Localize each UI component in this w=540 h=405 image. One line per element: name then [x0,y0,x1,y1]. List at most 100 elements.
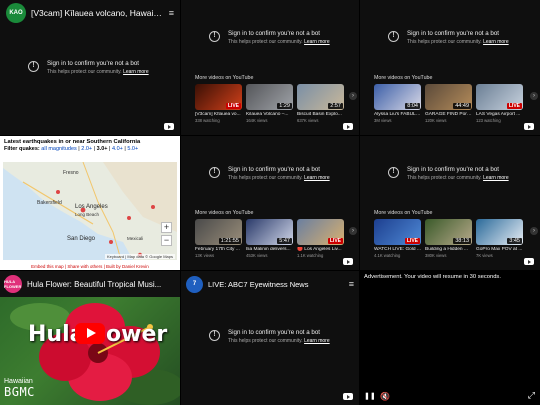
video-pane-5[interactable]: ! Sign in to confirm you're not a bot Th… [181,136,359,270]
quake-marker[interactable] [56,190,60,194]
thumbnail-row: LIVE [V3cam] Kīlauea vo... 338 watching 1:2… [195,84,357,123]
earthquake-map[interactable]: Fresno Bakersfield Los Angeles Long Beac… [3,162,177,260]
youtube-logo-icon[interactable] [524,123,534,130]
duration-badge: 3:45 [507,238,522,244]
quake-marker[interactable] [109,240,113,244]
thumbnail-title[interactable]: Alyssa Liu's FABULO... [374,112,421,117]
youtube-logo-icon[interactable] [524,258,534,265]
learn-more-link[interactable]: Learn more [304,39,330,45]
thumbnail-title[interactable]: 🔴 Los Angeles Liv... [297,247,344,252]
thumbnail-image[interactable]: LIVE [476,84,523,110]
thumbnail-row: 8:04 Alyssa Liu's FABULO... 3M views 44:49 G… [374,84,538,123]
thumbnail-image[interactable]: 8:04 [374,84,421,110]
channel-avatar[interactable]: HULA FLOWER [4,275,22,293]
thumbnail-title[interactable]: GoPro Max POV at ... [476,247,523,252]
video-pane-advertisement[interactable]: Advertisement. Your video will resume in… [360,271,540,405]
channel-brand: Hawaiian BGMC [4,378,35,399]
thumbnail-stat: 164K views [246,118,268,123]
thumbnail-image[interactable]: 3:45 [476,219,523,245]
video-thumbnail-card[interactable]: LIVE WATCH LIVE: Gold ... 4.1K watching [374,219,421,258]
thumbnail-image[interactable]: LIVE [297,219,344,245]
thumbnail-image[interactable]: LIVE [195,84,242,110]
video-thumbnail-card[interactable]: 2:57 Biscuit Basin Explo... 637K views [297,84,344,123]
mute-icon[interactable]: 🔇 [380,392,390,401]
fullscreen-icon[interactable]: ⤢ [528,390,535,401]
youtube-logo-icon[interactable] [343,123,353,130]
learn-more-link[interactable]: Learn more [304,338,330,344]
thumbnail-title[interactable]: February 17th City ... [195,247,242,252]
video-thumbnail-card[interactable]: 1:29 Kilauea Volcano –... 164K views [246,84,293,123]
next-arrow-icon[interactable]: › [349,92,357,100]
video-pane-kilauea[interactable]: KAO [V3cam] Kīlauea volcano, Hawaii (so.… [0,0,180,135]
video-title[interactable]: [V3cam] Kīlauea volcano, Hawaii (so... [31,8,164,18]
video-thumbnail-card[interactable]: LIVE [V3cam] Kīlauea vo... 338 watching [195,84,242,123]
youtube-logo-icon[interactable] [343,393,353,400]
thumbnail-image[interactable]: LIVE [374,219,421,245]
next-arrow-icon[interactable]: › [530,227,538,235]
zoom-out-button[interactable]: − [161,235,172,246]
thumbnail-title[interactable]: LAS Vegas Airport ... [476,112,523,117]
video-thumbnail[interactable]: Hula ower Hawaiian BGMC [0,297,180,405]
filter-5[interactable]: 5.0+ [127,146,138,152]
live-badge: LIVE [225,103,241,109]
bot-check-message: ! Sign in to confirm you're not a bot Th… [209,30,330,45]
video-thumbnail-card[interactable]: LIVE 🔴 Los Angeles Liv... 1.1K watching [297,219,344,258]
duration-badge: 1:21:55 [218,238,241,244]
more-videos-section: More videos on YouTube 8:04 Alyssa Liu's … [374,75,538,123]
thumbnail-title[interactable]: WATCH LIVE: Gold ... [374,247,421,252]
filter-2[interactable]: 2.0+ [81,146,92,152]
channel-avatar[interactable]: KAO [6,3,26,23]
thumbnail-title[interactable]: Kilauea Volcano –... [246,112,293,117]
thumbnail-title[interactable]: Ilia Malinin delivers... [246,247,293,252]
video-thumbnail-card[interactable]: 1:21:55 February 17th City ... 13K views [195,219,242,258]
video-pane-abc7[interactable]: 7 LIVE: ABC7 Eyewitness News ≡ ! Sign in… [181,271,359,405]
video-thumbnail-card[interactable]: 5:47 Ilia Malinin delivers... 453K views [246,219,293,258]
learn-more-link[interactable]: Learn more [483,175,509,181]
video-thumbnail-card[interactable]: 44:49 GARAGE FIND Porsc... 120K views [425,84,472,123]
quake-marker[interactable] [151,205,155,209]
video-pane-2[interactable]: ! Sign in to confirm you're not a bot Th… [181,0,359,135]
next-arrow-icon[interactable]: › [349,227,357,235]
learn-more-link[interactable]: Learn more [123,69,149,75]
video-pane-hula-flower[interactable]: HULA FLOWER Hula Flower: Beautiful Tropi… [0,271,180,405]
playlist-menu-icon[interactable]: ≡ [349,279,354,289]
youtube-logo-icon[interactable] [164,123,174,130]
play-button[interactable] [75,323,105,344]
video-title[interactable]: LIVE: ABC7 Eyewitness News [208,280,344,289]
learn-more-link[interactable]: Learn more [304,175,330,181]
duration-badge: 5:47 [277,238,292,244]
thumbnail-title[interactable]: GARAGE FIND Porsc... [425,112,472,117]
filter-4[interactable]: 4.0+ [112,146,123,152]
thumbnail-image[interactable]: 2:57 [297,84,344,110]
thumbnail-image[interactable]: 1:29 [246,84,293,110]
next-arrow-icon[interactable]: › [530,92,538,100]
more-videos-header: More videos on YouTube [374,75,433,81]
channel-avatar[interactable]: 7 [186,275,203,293]
alert-icon: ! [209,31,220,42]
filter-all[interactable]: all magnitudes [41,146,76,152]
learn-more-link[interactable]: Learn more [483,39,509,45]
thumbnail-image[interactable]: 5:47 [246,219,293,245]
brand-line-2: BGMC [4,385,35,399]
video-thumbnail-card[interactable]: 8:04 Alyssa Liu's FABULO... 3M views [374,84,421,123]
video-pane-6[interactable]: ! Sign in to confirm you're not a bot Th… [360,136,540,270]
thumbnail-image[interactable]: 1:21:55 [195,219,242,245]
playlist-menu-icon[interactable]: ≡ [169,8,174,18]
video-pane-3[interactable]: ! Sign in to confirm you're not a bot Th… [360,0,540,135]
thumbnail-title[interactable]: [V3cam] Kīlauea vo... [195,112,242,117]
thumbnail-image[interactable]: 44:49 [425,84,472,110]
video-thumbnail-card[interactable]: LIVE LAS Vegas Airport ... 123 watching [476,84,523,123]
video-thumbnail-card[interactable]: 38:13 Building a Hidden ... 380K views [425,219,472,258]
more-videos-section: More videos on YouTube LIVE [V3cam] Kīlau… [195,75,357,123]
video-thumbnail-card[interactable]: 3:45 GoPro Max POV at ... 7K views [476,219,523,258]
pause-icon[interactable]: ❚❚ [364,392,376,400]
filter-3-selected[interactable]: 3.0+ [97,146,108,152]
zoom-in-button[interactable]: + [161,222,172,233]
earthquake-footer[interactable]: Embed this map | Share with others | Bui… [0,264,180,269]
quake-marker[interactable] [127,216,131,220]
thumbnail-title[interactable]: Building a Hidden ... [425,247,472,252]
thumbnail-title[interactable]: Biscuit Basin Explo... [297,112,344,117]
youtube-logo-icon[interactable] [343,258,353,265]
thumbnail-image[interactable]: 38:13 [425,219,472,245]
video-title[interactable]: Hula Flower: Beautiful Tropical Musi... [27,280,161,289]
